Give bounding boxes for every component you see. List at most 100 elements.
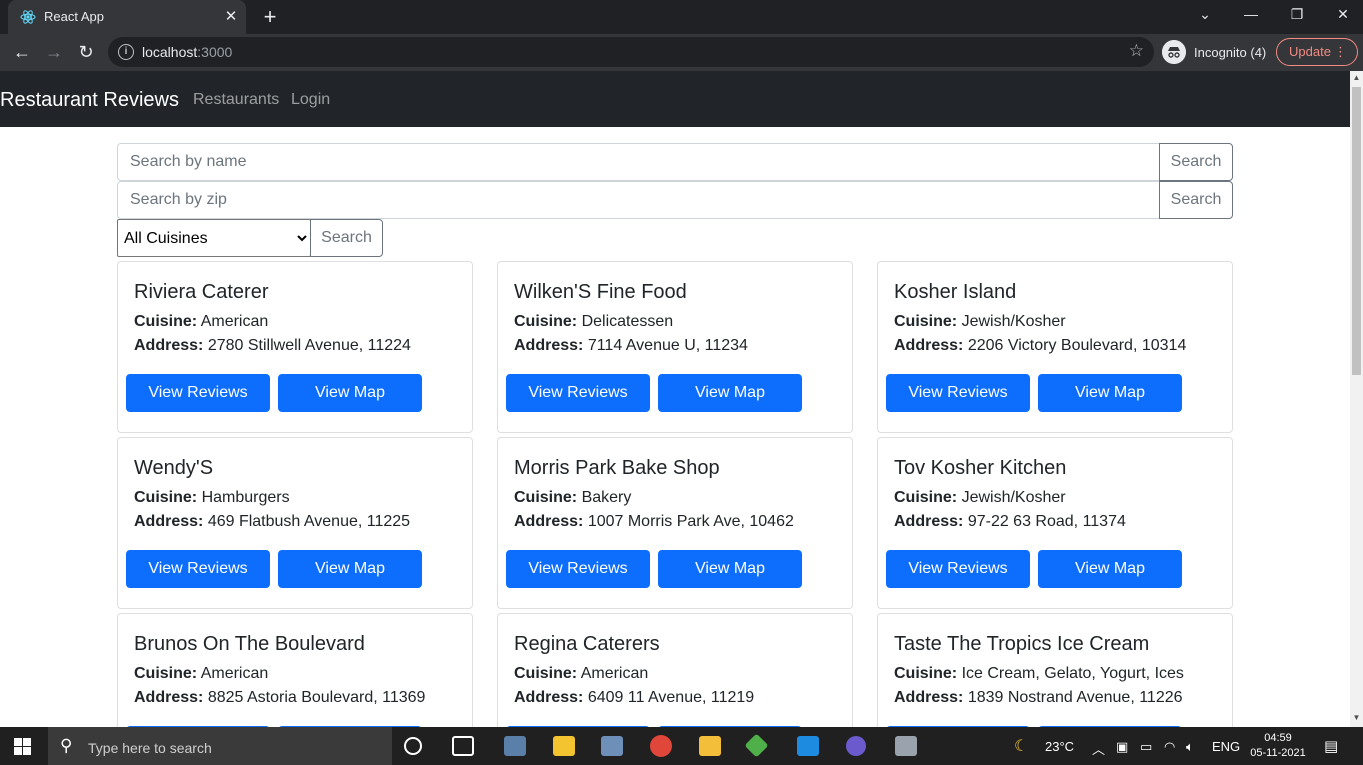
view-map-button[interactable]: View Map <box>278 550 422 588</box>
address-label: Address: <box>894 689 964 706</box>
media-app-icon[interactable] <box>846 736 866 756</box>
cuisine-value: Delicatessen <box>581 313 674 330</box>
cuisine-value: Jewish/Kosher <box>961 313 1066 330</box>
windows-start-icon[interactable] <box>14 738 32 755</box>
battery-icon[interactable]: ▭ <box>1140 739 1152 755</box>
address-value: 1007 Morris Park Ave, 10462 <box>587 513 794 530</box>
wifi-icon[interactable]: ◠ <box>1164 739 1175 755</box>
task-view-icon[interactable] <box>452 736 474 756</box>
address-value: 8825 Astoria Boulevard, 11369 <box>207 689 426 706</box>
restaurant-cuisine: Cuisine: Ice Cream, Gelato, Yogurt, Ices <box>894 665 1184 683</box>
view-map-button[interactable]: View Map <box>1038 374 1182 412</box>
back-arrow-icon[interactable]: ← <box>10 40 34 64</box>
file-explorer-icon[interactable] <box>699 736 721 756</box>
address-value: 6409 11 Avenue, 11219 <box>587 689 755 706</box>
page-scrollbar[interactable]: ▲ ▼ <box>1350 71 1363 727</box>
chrome-icon[interactable] <box>650 735 672 757</box>
more-vert-icon[interactable]: ⋮ <box>1334 39 1347 65</box>
cuisine-value: Ice Cream, Gelato, Yogurt, Ices <box>961 665 1184 682</box>
minimize-icon[interactable]: — <box>1236 6 1266 22</box>
maximize-icon[interactable]: ❐ <box>1282 6 1312 23</box>
restaurant-address: Address: 6409 11 Avenue, 11219 <box>514 689 754 707</box>
view-reviews-button[interactable]: View Reviews <box>126 374 270 412</box>
clock-date: 05-11-2021 <box>1250 747 1306 759</box>
url-port: :3000 <box>197 44 233 60</box>
restaurant-address: Address: 8825 Astoria Boulevard, 11369 <box>134 689 425 707</box>
sticky-notes-icon[interactable] <box>553 736 575 756</box>
view-map-button[interactable]: View Map <box>278 374 422 412</box>
search-name-input[interactable] <box>117 143 1160 181</box>
view-reviews-button[interactable]: View Reviews <box>886 550 1030 588</box>
view-reviews-button[interactable]: View Reviews <box>126 550 270 588</box>
incognito-label: Incognito (4) <box>1194 45 1267 60</box>
language-indicator[interactable]: ENG <box>1212 739 1240 754</box>
git-icon[interactable] <box>744 733 769 758</box>
address-bar[interactable]: i localhost:3000 ☆ <box>108 37 1154 67</box>
nav-restaurants-link[interactable]: Restaurants <box>193 91 279 109</box>
volume-icon[interactable]: 🔈︎ <box>1186 739 1194 755</box>
restaurant-card: Kosher Island Cuisine: Jewish/Kosher Addre… <box>877 261 1233 433</box>
scroll-down-icon[interactable]: ▼ <box>1352 713 1361 722</box>
browser-tab[interactable]: React App ✕ <box>8 0 246 34</box>
scroll-up-icon[interactable]: ▲ <box>1352 73 1361 82</box>
address-label: Address: <box>134 513 204 530</box>
cuisine-label: Cuisine: <box>894 489 958 506</box>
search-zip-input[interactable] <box>117 181 1160 219</box>
view-reviews-button[interactable]: View Reviews <box>506 374 650 412</box>
close-icon[interactable]: ✕ <box>222 7 240 25</box>
restaurant-address: Address: 2206 Victory Boulevard, 10314 <box>894 337 1186 355</box>
taskbar-search-box[interactable]: ⚲ Type here to search <box>48 727 392 765</box>
tray-chevron-up-icon[interactable]: ︿ <box>1092 739 1105 758</box>
window-close-icon[interactable]: ✕ <box>1328 6 1358 23</box>
cuisine-select[interactable]: All Cuisines <box>117 219 311 257</box>
restaurant-address: Address: 1007 Morris Park Ave, 10462 <box>514 513 794 531</box>
restaurant-card: Morris Park Bake Shop Cuisine: Bakery Addr… <box>497 437 853 609</box>
app-icon[interactable] <box>895 736 917 756</box>
restaurant-cuisine: Cuisine: Jewish/Kosher <box>894 313 1066 331</box>
tab-search-chevron-down-icon[interactable]: ⌄ <box>1190 6 1220 23</box>
view-map-button[interactable]: View Map <box>658 550 802 588</box>
restaurant-card: Wilken'S Fine Food Cuisine: Delicatessen A… <box>497 261 853 433</box>
view-map-button[interactable]: View Map <box>1038 550 1182 588</box>
cuisine-label: Cuisine: <box>514 313 578 330</box>
restaurant-cuisine: Cuisine: American <box>134 313 268 331</box>
weather-icon[interactable]: ☾ <box>1014 736 1028 756</box>
cuisine-value: Hamburgers <box>201 489 290 506</box>
address-value: 2780 Stillwell Avenue, 11224 <box>207 337 411 354</box>
browser-tab-strip: React App ✕ + ⌄ — ❐ ✕ <box>0 0 1363 34</box>
restaurant-name: Kosher Island <box>894 281 1017 303</box>
address-value: 1839 Nostrand Avenue, 11226 <box>967 689 1183 706</box>
calculator-icon[interactable] <box>504 736 526 756</box>
notifications-icon[interactable]: ▤ <box>1324 737 1338 755</box>
clock[interactable]: 04:59 05-11-2021 <box>1248 731 1308 761</box>
brand-link[interactable]: Restaurant Reviews <box>0 89 179 112</box>
view-map-button[interactable]: View Map <box>658 374 802 412</box>
restaurant-name: Riviera Caterer <box>134 281 269 303</box>
view-reviews-button[interactable]: View Reviews <box>886 374 1030 412</box>
search-icon: ⚲ <box>60 736 73 755</box>
address-label: Address: <box>134 337 204 354</box>
nav-login-link[interactable]: Login <box>291 91 330 109</box>
cuisine-search-button[interactable]: Search <box>310 219 383 257</box>
weather-temperature[interactable]: 23°C <box>1045 739 1074 754</box>
cuisine-value: Bakery <box>581 489 632 506</box>
restaurant-name: Brunos On The Boulevard <box>134 633 365 655</box>
scroll-thumb[interactable] <box>1352 87 1361 375</box>
info-icon[interactable]: i <box>118 44 134 60</box>
cortana-icon[interactable] <box>404 737 422 755</box>
restaurant-name: Wilken'S Fine Food <box>514 281 687 303</box>
new-tab-icon[interactable]: + <box>258 4 282 30</box>
update-button[interactable]: Update ⋮ <box>1276 38 1358 66</box>
vscode-icon[interactable] <box>797 736 819 756</box>
restaurant-address: Address: 7114 Avenue U, 11234 <box>514 337 748 355</box>
reload-icon[interactable]: ↻ <box>74 40 98 64</box>
address-label: Address: <box>134 689 204 706</box>
bookmark-star-icon[interactable]: ☆ <box>1129 41 1144 61</box>
search-name-button[interactable]: Search <box>1159 143 1233 181</box>
view-reviews-button[interactable]: View Reviews <box>506 550 650 588</box>
remote-desktop-icon[interactable] <box>601 736 623 756</box>
restaurant-name: Morris Park Bake Shop <box>514 457 720 479</box>
forward-arrow-icon[interactable]: → <box>42 40 66 64</box>
tray-device-icon[interactable]: ▣ <box>1116 739 1128 755</box>
search-zip-button[interactable]: Search <box>1159 181 1233 219</box>
